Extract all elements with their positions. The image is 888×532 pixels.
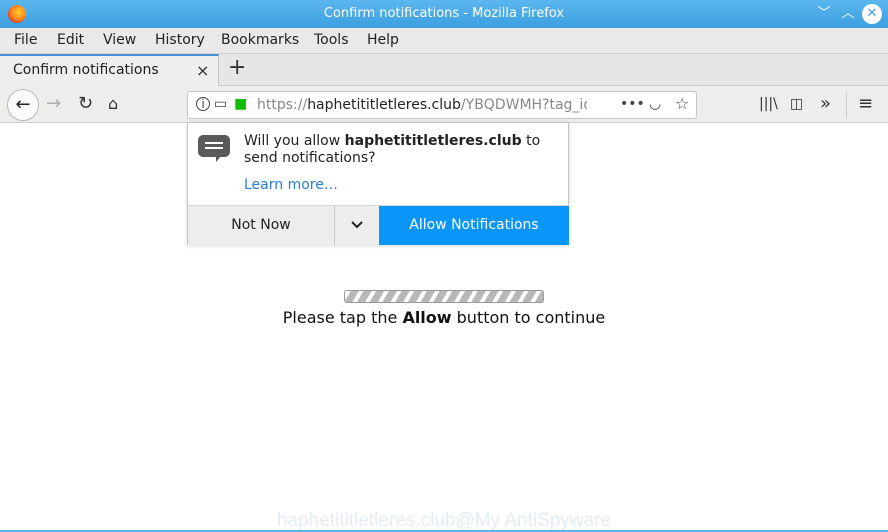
overflow-chevron-icon[interactable]: » [820, 94, 831, 114]
reload-button[interactable]: ↻ [78, 94, 93, 114]
tab-title: Confirm notifications [13, 62, 159, 78]
page-actions-icon[interactable]: ••• [620, 96, 645, 112]
sidebar-icon[interactable]: ◫ [790, 94, 803, 114]
menu-help[interactable]: Help [367, 32, 399, 48]
url-scheme: https:// [257, 97, 308, 113]
menu-file[interactable]: File [14, 32, 37, 48]
lock-icon: ■ [234, 96, 248, 112]
url-bar[interactable]: i ▭ ■ https://haphetititletleres.club/YB… [187, 91, 697, 119]
window-title: Confirm notifications - Mozilla Firefox [323, 6, 565, 21]
toolbar-divider [846, 92, 847, 118]
menu-history[interactable]: History [155, 32, 205, 48]
notification-permission-icon[interactable]: ▭ [214, 96, 227, 112]
forward-button[interactable]: → [46, 94, 61, 114]
url-text[interactable]: https://haphetititletleres.club/YBQDWMH?… [257, 97, 587, 113]
navigation-bar: ← → ↻ ⌂ i ▭ ■ https://haphetititletleres… [0, 86, 888, 123]
url-path: /YBQDWMH?tag_id=73 [460, 97, 587, 113]
url-host: haphetititletleres.club [307, 97, 461, 113]
info-icon[interactable]: i [196, 97, 210, 111]
home-button[interactable]: ⌂ [108, 94, 118, 114]
instruction-text: Please tap the Allow button to continue [282, 308, 606, 327]
not-now-button[interactable]: Not Now [188, 206, 334, 245]
tab-close-icon[interactable]: × [196, 61, 209, 80]
menu-bar: File Edit View History Bookmarks Tools H… [0, 28, 888, 54]
notification-permission-popup: Will you allow haphetititletleres.club t… [187, 122, 569, 245]
watermark: haphetititletleres.club@My AntiSpyware [276, 510, 611, 531]
title-bar: Confirm notifications - Mozilla Firefox … [0, 0, 888, 28]
menu-tools[interactable]: Tools [314, 32, 349, 48]
tab-bar: Confirm notifications × + [0, 54, 888, 86]
chevron-down-icon[interactable] [334, 206, 379, 245]
bookmark-star-icon[interactable]: ☆ [675, 94, 689, 113]
minimize-button[interactable]: ﹀ [814, 4, 834, 24]
back-button[interactable]: ← [7, 89, 39, 121]
progress-bar [344, 290, 544, 303]
close-window-button[interactable]: ✕ [862, 4, 882, 24]
chat-bubble-icon [198, 135, 230, 162]
firefox-logo-icon [8, 5, 26, 23]
menu-view[interactable]: View [103, 32, 136, 48]
pocket-icon[interactable]: ◡ [649, 96, 661, 112]
menu-edit[interactable]: Edit [57, 32, 84, 48]
maximize-button[interactable]: ︿ [838, 4, 858, 24]
library-icon[interactable]: |||\ [759, 94, 778, 114]
popup-message: Will you allow haphetititletleres.club t… [244, 133, 541, 166]
new-tab-button[interactable]: + [228, 55, 246, 80]
menu-bookmarks[interactable]: Bookmarks [221, 32, 299, 48]
allow-notifications-button[interactable]: Allow Notifications [379, 206, 569, 245]
popup-buttons: Not Now Allow Notifications [188, 205, 569, 245]
learn-more-link[interactable]: Learn more… [244, 177, 338, 193]
hamburger-menu-icon[interactable]: ≡ [858, 94, 873, 114]
tab-confirm-notifications[interactable]: Confirm notifications × [0, 54, 219, 86]
